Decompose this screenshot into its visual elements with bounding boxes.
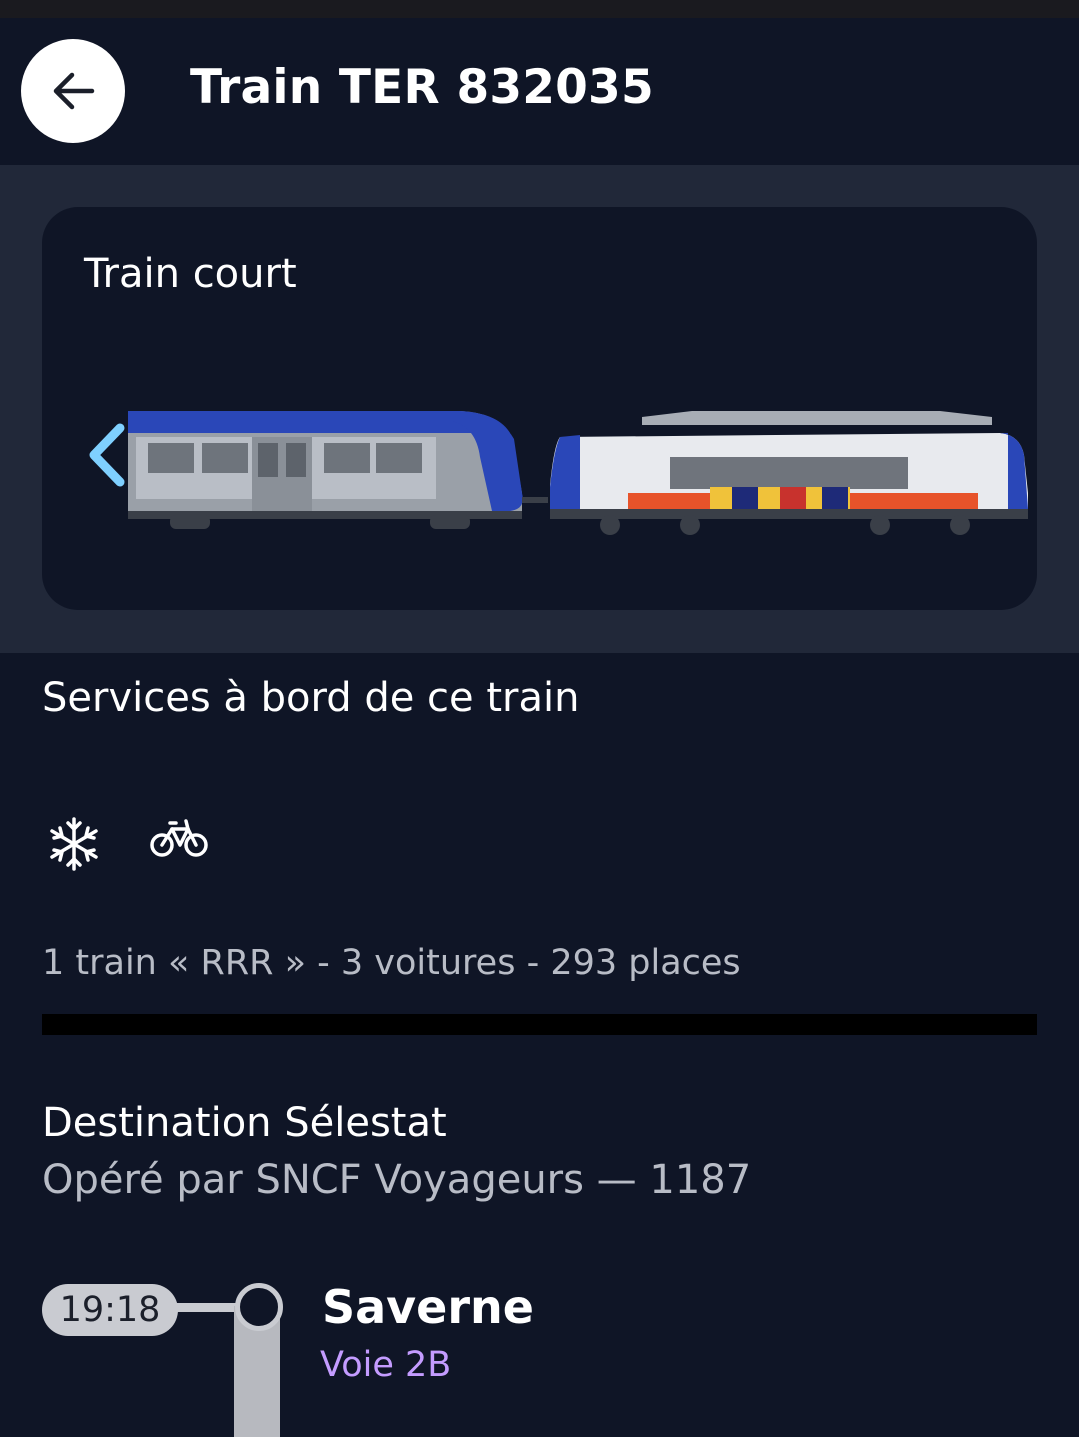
train-composition-card: Train court [42, 207, 1037, 610]
stop-time-badge: 19:18 [42, 1284, 178, 1336]
train-length-label: Train court [84, 251, 297, 297]
locomotive-illustration [550, 411, 1028, 535]
operator-text: Opéré par SNCF Voyageurs — 1187 [42, 1157, 752, 1203]
bicycle-icon [150, 819, 208, 857]
timeline-connector [176, 1303, 238, 1312]
train-illustration [128, 411, 1028, 535]
top-app-bar: Train TER 832035 [0, 18, 1079, 165]
snowflake-icon [50, 817, 98, 871]
stop-name[interactable]: Saverne [322, 1280, 534, 1334]
composition-text: 1 train « RRR » - 3 voitures - 293 place… [42, 943, 741, 983]
arrow-left-icon [53, 72, 95, 110]
timeline-stop-node [235, 1283, 283, 1331]
section-divider [42, 1014, 1037, 1035]
stop-platform: Voie 2B [320, 1345, 452, 1385]
destination-title: Destination Sélestat [42, 1100, 447, 1146]
status-bar [0, 0, 1079, 18]
coach-illustration [128, 411, 548, 529]
services-heading: Services à bord de ce train [42, 675, 580, 721]
back-button[interactable] [21, 39, 125, 143]
page-title: Train TER 832035 [190, 60, 654, 115]
